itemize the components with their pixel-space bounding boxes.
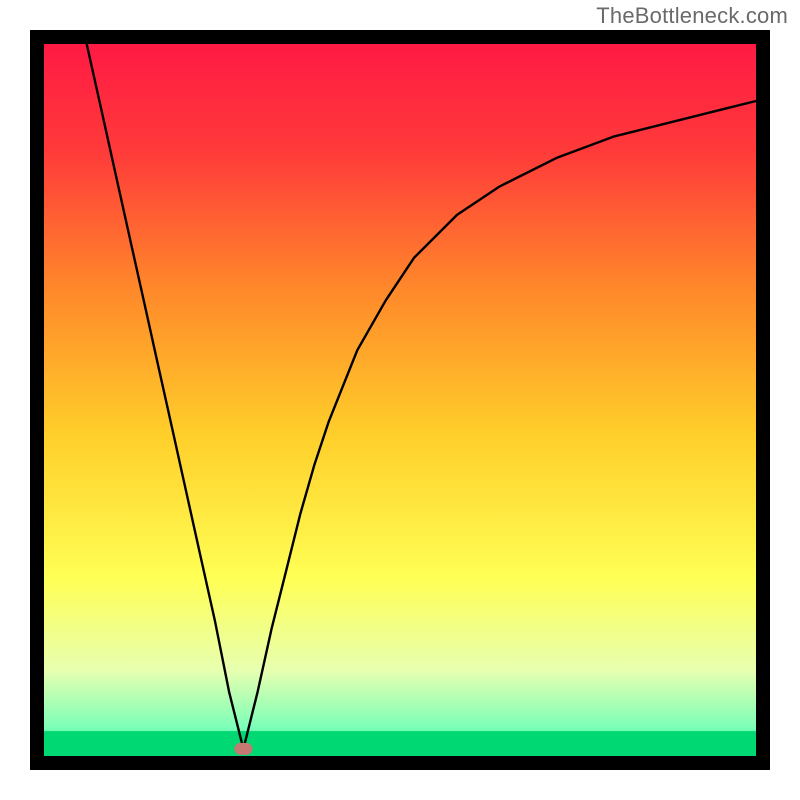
bottleneck-chart bbox=[30, 30, 770, 770]
min-marker bbox=[234, 743, 252, 755]
watermark-text: TheBottleneck.com bbox=[596, 3, 788, 29]
chart-frame bbox=[30, 30, 770, 770]
plot-background bbox=[44, 44, 756, 756]
plot-baseline-strip bbox=[44, 731, 756, 756]
